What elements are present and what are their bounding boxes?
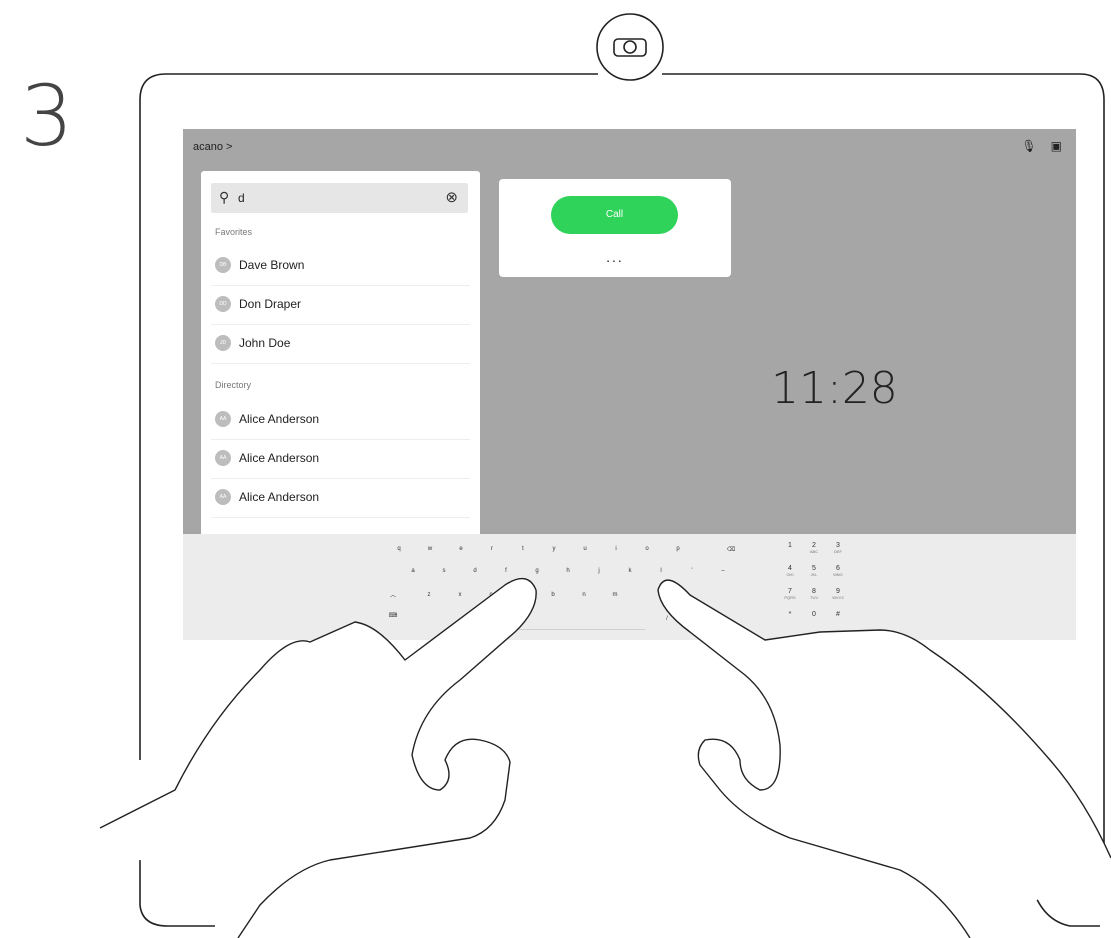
hands-illustration bbox=[99, 577, 1111, 938]
